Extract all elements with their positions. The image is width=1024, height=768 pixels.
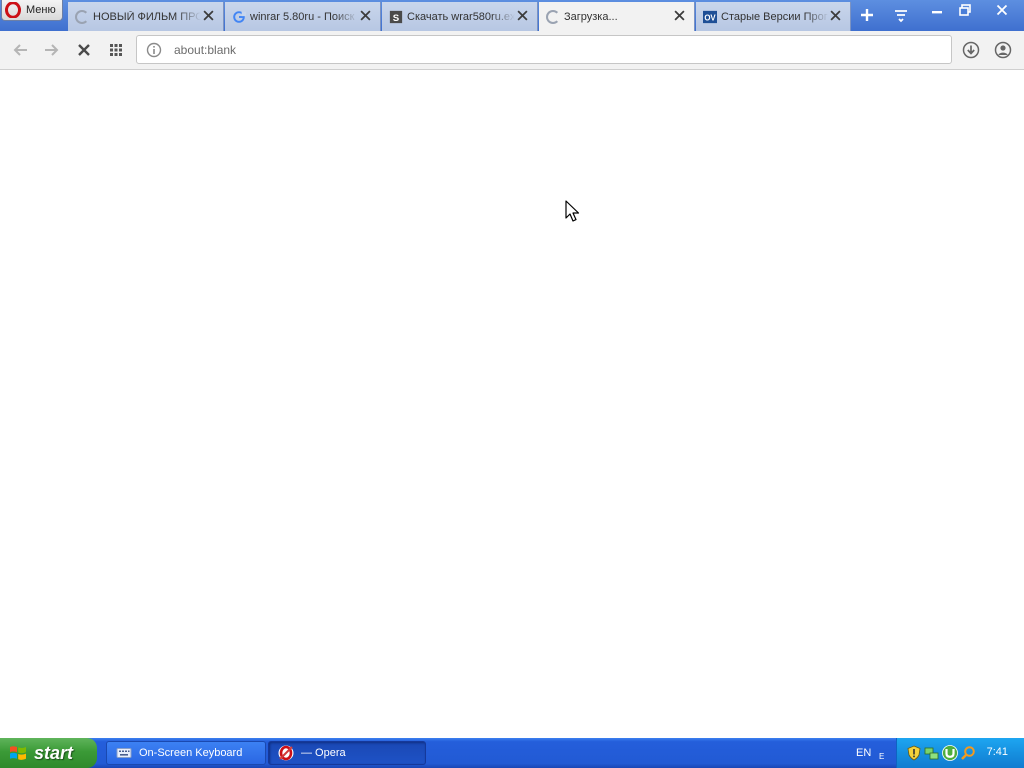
start-button[interactable]: start [0,738,97,768]
close-window-button[interactable] [979,0,1024,20]
search-icon[interactable] [960,745,976,761]
restore-button[interactable] [951,0,979,20]
windows-flag-icon [10,746,26,760]
page-content-blank[interactable] [0,70,1024,738]
system-tray: 7:41 [896,738,1024,768]
tab-title: Загрузка... [564,11,618,23]
security-shield-icon[interactable] [906,745,922,761]
svg-text:OV: OV [704,13,716,22]
tab-title: Старые Версии Прог [721,10,828,23]
back-arrow-icon[interactable] [12,41,30,59]
tab-title: winrar 5.80ru - Поиск [250,10,355,23]
taskbar: start On-Screen Keyboard — Opera EN E 7:… [0,738,1024,768]
loading-spinner-icon [75,9,89,24]
address-input[interactable] [174,42,934,57]
keyboard-icon [116,748,132,758]
address-bar[interactable] [136,35,952,64]
taskbar-item-label: On-Screen Keyboard [139,747,243,759]
utorrent-icon[interactable] [942,745,958,761]
download-icon[interactable] [962,41,980,59]
tab-old-versions[interactable]: OV Старые Версии Прог [696,2,851,31]
tab-menu-icon[interactable] [892,6,910,24]
tab-title: Скачать wrar580ru.exe [407,10,515,23]
close-tab-icon[interactable] [674,10,685,21]
tab-download-wrar[interactable]: S Скачать wrar580ru.exe [382,2,538,31]
close-tab-icon[interactable] [830,10,841,21]
opera-icon [278,745,294,761]
restore-icon [959,4,971,16]
speed-dial-grid-icon[interactable] [107,41,125,59]
minimize-icon [932,11,942,14]
taskbar-item-on-screen-keyboard[interactable]: On-Screen Keyboard [106,741,266,765]
opera-logo-icon [5,2,21,18]
tab-title: НОВЫЙ ФИЛЬМ ПРО... [93,10,201,23]
google-g-icon [233,10,246,23]
taskbar-item-label: — Opera [301,747,346,759]
language-indicator[interactable]: EN [856,747,871,759]
tab-loading-active[interactable]: Загрузка... [539,2,695,32]
window-controls [923,0,1024,21]
close-tab-icon[interactable] [517,10,528,21]
account-icon[interactable] [994,41,1012,59]
forward-arrow-icon[interactable] [42,41,60,59]
start-label: start [34,742,74,763]
opera-menu-button[interactable]: Меню [1,0,63,21]
ov-site-icon: OV [703,10,717,23]
network-icon[interactable] [924,745,940,761]
clock: 7:41 [986,746,1008,758]
tab-winrar-search[interactable]: winrar 5.80ru - Поиск [225,2,381,31]
tab-new-film[interactable]: НОВЫЙ ФИЛЬМ ПРО... [68,2,224,31]
new-tab-icon[interactable] [858,6,876,24]
loading-spinner-icon [546,10,560,24]
language-sub-indicator: E [879,752,885,761]
s-site-icon: S [389,10,403,23]
info-icon[interactable] [146,42,162,58]
taskbar-item-opera[interactable]: — Opera [268,741,426,765]
address-toolbar [0,31,1024,70]
close-icon [996,4,1007,16]
close-tab-icon[interactable] [203,10,214,21]
opera-menu-label: Меню [26,4,56,16]
stop-icon[interactable] [75,41,93,59]
mouse-cursor-icon [565,200,580,222]
close-tab-icon[interactable] [360,10,371,21]
minimize-button[interactable] [923,0,951,20]
svg-text:S: S [393,12,400,23]
tab-strip: Меню НОВЫЙ ФИЛЬМ ПРО... winrar 5.80ru - … [0,0,1024,32]
